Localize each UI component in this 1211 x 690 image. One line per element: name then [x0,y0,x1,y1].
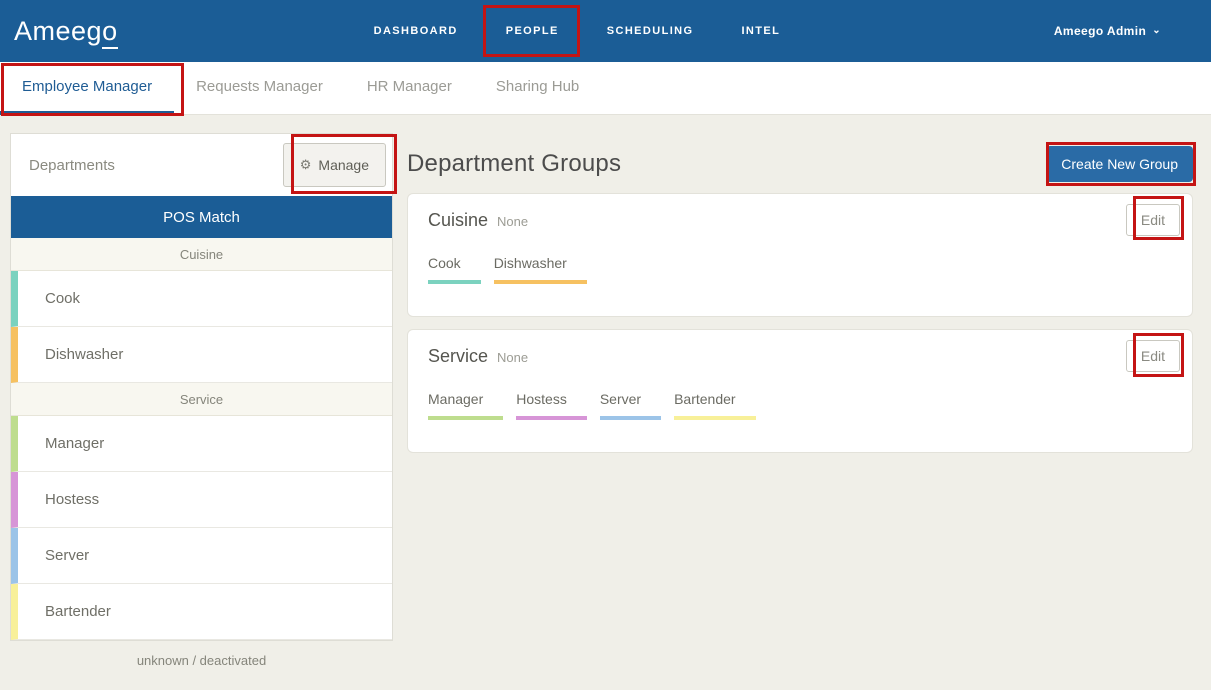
dept-tag-bartender: Bartender [674,391,755,420]
ameego-logo[interactable]: Ameego [14,16,118,47]
dept-item-cook[interactable]: Cook [11,271,392,327]
dept-item-dishwasher[interactable]: Dishwasher [11,327,392,383]
group-name: Cuisine [428,210,488,231]
dept-item-label: Hostess [45,491,99,508]
dept-item-hostess[interactable]: Hostess [11,472,392,528]
department-groups-main: Department Groups Create New Group Cuisi… [407,133,1193,465]
dept-item-label: Server [45,547,89,564]
manage-button[interactable]: ⚙ Manage [283,143,386,187]
gear-icon: ⚙ [300,157,312,173]
content-area: Departments ⚙ Manage POS Match Cuisine C… [0,115,1211,668]
dept-item-label: Cook [45,290,80,307]
pos-match-button[interactable]: POS Match [11,196,392,238]
group-departments: Manager Hostess Server Bartender [428,391,1172,420]
group-card-service: Service None Edit Manager Hostess Server… [407,329,1193,453]
nav-item-intel[interactable]: INTEL [717,0,804,62]
logo-text-underlined: o [102,16,118,49]
group-card-header: Service None [428,346,1172,367]
departments-title: Departments [29,157,115,174]
dept-tag-dishwasher: Dishwasher [494,255,587,284]
dept-tag-server: Server [600,391,661,420]
departments-panel-header: Departments ⚙ Manage [11,134,392,196]
logo-text: Ameeg [14,16,102,46]
group-card-header: Cuisine None [428,210,1172,231]
group-departments: Cook Dishwasher [428,255,1172,284]
group-card-cuisine: Cuisine None Edit Cook Dishwasher [407,193,1193,317]
create-new-group-button[interactable]: Create New Group [1046,146,1193,182]
page-title: Department Groups [407,150,621,178]
main-header: Department Groups Create New Group [407,146,1193,182]
section-tabbar: Employee Manager Requests Manager HR Man… [0,62,1211,115]
tab-sharing-hub[interactable]: Sharing Hub [474,62,601,115]
group-status: None [497,350,528,365]
dept-item-bartender[interactable]: Bartender [11,584,392,640]
departments-sidebar: Departments ⚙ Manage POS Match Cuisine C… [10,133,393,668]
nav-item-dashboard[interactable]: DASHBOARD [350,0,482,62]
edit-group-button-cuisine[interactable]: Edit [1126,204,1180,236]
sidebar-footer-legend: unknown / deactivated [10,653,393,668]
group-name: Service [428,346,488,367]
dept-tag-cook: Cook [428,255,481,284]
tab-hr-manager[interactable]: HR Manager [345,62,474,115]
group-status: None [497,214,528,229]
section-header-cuisine: Cuisine [11,238,392,271]
page: Ameego DASHBOARD PEOPLE SCHEDULING INTEL… [0,0,1211,690]
dept-tag-hostess: Hostess [516,391,587,420]
edit-group-button-service[interactable]: Edit [1126,340,1180,372]
user-menu-label: Ameego Admin [1054,24,1146,38]
tab-employee-manager[interactable]: Employee Manager [0,62,174,115]
section-header-service: Service [11,383,392,416]
user-menu[interactable]: Ameego Admin ⌄ [1054,24,1161,38]
caret-down-icon: ⌄ [1152,26,1161,36]
manage-button-label: Manage [318,157,369,173]
departments-panel: Departments ⚙ Manage POS Match Cuisine C… [10,133,393,641]
dept-item-server[interactable]: Server [11,528,392,584]
nav-item-people[interactable]: PEOPLE [482,0,583,62]
dept-item-label: Manager [45,435,104,452]
dept-item-manager[interactable]: Manager [11,416,392,472]
dept-tag-manager: Manager [428,391,503,420]
dept-item-label: Bartender [45,603,111,620]
tab-requests-manager[interactable]: Requests Manager [174,62,345,115]
main-nav: DASHBOARD PEOPLE SCHEDULING INTEL [350,0,805,62]
nav-item-scheduling[interactable]: SCHEDULING [583,0,718,62]
dept-item-label: Dishwasher [45,346,123,363]
top-navbar: Ameego DASHBOARD PEOPLE SCHEDULING INTEL… [0,0,1211,62]
